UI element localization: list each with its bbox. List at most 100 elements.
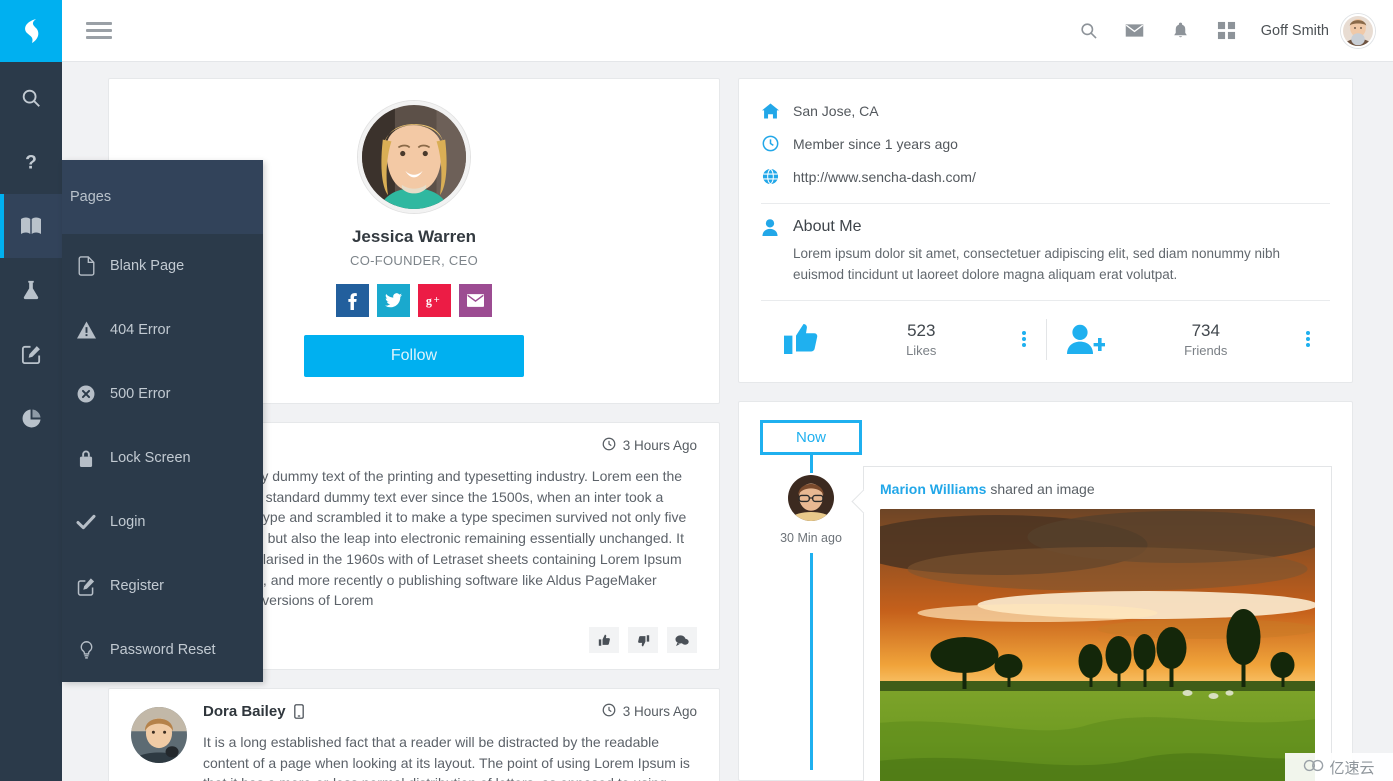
clock-icon [761, 135, 779, 152]
flyout-item-label: Login [110, 514, 146, 530]
flyout-title: Pages [62, 160, 263, 234]
flyout-item-login[interactable]: Login [62, 490, 263, 554]
rail-item-search[interactable] [0, 66, 62, 130]
flyout-item-label: Register [110, 578, 164, 594]
info-text: San Jose, CA [793, 103, 879, 119]
flyout-item-404-error[interactable]: 404 Error [62, 298, 263, 362]
stat-value: 734 [1191, 320, 1220, 340]
flyout-item-password-reset[interactable]: Password Reset [62, 618, 263, 682]
rail-item-forms[interactable] [0, 322, 62, 386]
avatar[interactable] [1341, 13, 1375, 48]
rail-item-pages[interactable] [0, 194, 62, 258]
about-header: About Me [761, 208, 1330, 238]
book-icon [19, 215, 43, 237]
sencha-logo-icon [17, 16, 45, 46]
flyout-item-blank-page[interactable]: Blank Page [62, 234, 263, 298]
profile-avatar [358, 101, 470, 213]
app-logo[interactable] [0, 0, 62, 62]
svg-text:?: ? [25, 152, 37, 173]
flyout-item-label: Blank Page [110, 258, 185, 274]
post-text: It is a long established fact that a rea… [203, 734, 690, 781]
kebab-menu-icon[interactable] [1294, 329, 1322, 349]
hamburger-line [86, 22, 112, 25]
kebab-dots [1306, 329, 1310, 349]
flask-icon [20, 278, 42, 302]
svg-text:g: g [426, 294, 432, 308]
stat-value-wrap: 734 Friends [1118, 321, 1295, 358]
hamburger-line [86, 36, 112, 39]
topbar-actions: Goff Smith [1063, 11, 1393, 51]
rail-item-help[interactable]: ? [0, 130, 62, 194]
flyout-item-register[interactable]: Register [62, 554, 263, 618]
timeline-stem [809, 454, 813, 473]
post-action-bar [203, 627, 697, 654]
info-row-member-since: Member since 1 years ago [761, 127, 1330, 160]
timeline-author[interactable]: Marion Williams [880, 481, 986, 497]
about-title: About Me [793, 218, 862, 235]
cloud-icon [1303, 758, 1325, 776]
rail-item-charts[interactable] [0, 386, 62, 450]
warning-triangle-icon [62, 321, 110, 339]
search-icon[interactable] [1069, 11, 1109, 51]
hamburger-line [86, 29, 112, 32]
timeline-when: 30 Min ago [780, 530, 842, 545]
post-timestamp: 3 Hours Ago [602, 703, 697, 720]
timeline-now-badge: Now [760, 419, 862, 455]
user-menu[interactable]: Goff Smith [1261, 13, 1375, 48]
post-header: kson 3 Hours Ago [203, 437, 697, 454]
lightbulb-icon [62, 640, 110, 660]
timeline-caption: Marion Williams shared an image [880, 481, 1315, 497]
timeline-rail: Now 30 Min ago [759, 419, 863, 770]
comment-icon[interactable] [667, 627, 697, 654]
envelope-icon[interactable] [1115, 11, 1155, 51]
thumbs-up-icon[interactable] [589, 627, 619, 654]
flyout-item-label: Lock Screen [110, 450, 191, 466]
flyout-item-lock-screen[interactable]: Lock Screen [62, 426, 263, 490]
watermark: 亿速云 [1285, 753, 1393, 781]
timeline-card: Now 30 Min ago Marion Williams shared an… [738, 400, 1353, 781]
stat-friends: 734 Friends [1045, 309, 1331, 370]
add-friend-icon [1054, 324, 1118, 355]
timeline-content: Marion Williams shared an image [863, 420, 1332, 781]
clock-icon [602, 703, 616, 720]
divider [761, 203, 1330, 204]
timeline-action-text: shared an image [986, 480, 1095, 497]
thumbs-down-icon[interactable] [628, 627, 658, 654]
check-icon [62, 514, 110, 530]
info-text: http://www.sencha-dash.com/ [793, 168, 976, 185]
rail-item-ui-elements[interactable] [0, 258, 62, 322]
thumbs-up-icon [769, 323, 833, 355]
pages-flyout-menu: Pages Blank Page 404 Error 500 Error Loc… [62, 160, 263, 682]
post-card: Dora Bailey 3 Hours Ago It is a long est… [108, 688, 720, 781]
kebab-menu-icon[interactable] [1010, 329, 1038, 349]
search-icon [20, 87, 42, 109]
question-icon: ? [20, 150, 42, 174]
post-text: n is simply dummy text of the printing a… [203, 468, 687, 609]
info-row-website: http://www.sencha-dash.com/ [761, 160, 1330, 193]
bell-icon[interactable] [1161, 11, 1201, 51]
twitter-icon[interactable] [377, 284, 410, 317]
globe-icon [761, 168, 779, 185]
hamburger-icon[interactable] [82, 14, 116, 48]
rail-item-list: ? [0, 62, 62, 450]
facebook-icon[interactable] [336, 284, 369, 317]
lock-icon [62, 449, 110, 468]
top-header-bar: Goff Smith [62, 0, 1393, 62]
edit-icon [20, 343, 43, 366]
stat-label: Friends [1184, 342, 1228, 358]
grid-icon[interactable] [1207, 11, 1247, 51]
stats-bar: 523 Likes 734 Friends [761, 299, 1331, 370]
follow-button[interactable]: Follow [304, 335, 524, 377]
timeline-image[interactable] [880, 508, 1315, 781]
flyout-item-500-error[interactable]: 500 Error [62, 362, 263, 426]
flyout-item-label: 404 Error [110, 322, 171, 338]
info-text: Member since 1 years ago [793, 135, 958, 152]
user-icon [761, 218, 779, 236]
google-plus-icon[interactable]: g + [418, 284, 451, 317]
post-avatar [131, 707, 187, 764]
post-author-name: Dora Bailey [203, 703, 286, 721]
pie-chart-icon [20, 407, 43, 430]
email-icon[interactable] [459, 284, 492, 317]
watermark-text: 亿速云 [1329, 759, 1375, 777]
flyout-item-label: 500 Error [110, 386, 171, 402]
